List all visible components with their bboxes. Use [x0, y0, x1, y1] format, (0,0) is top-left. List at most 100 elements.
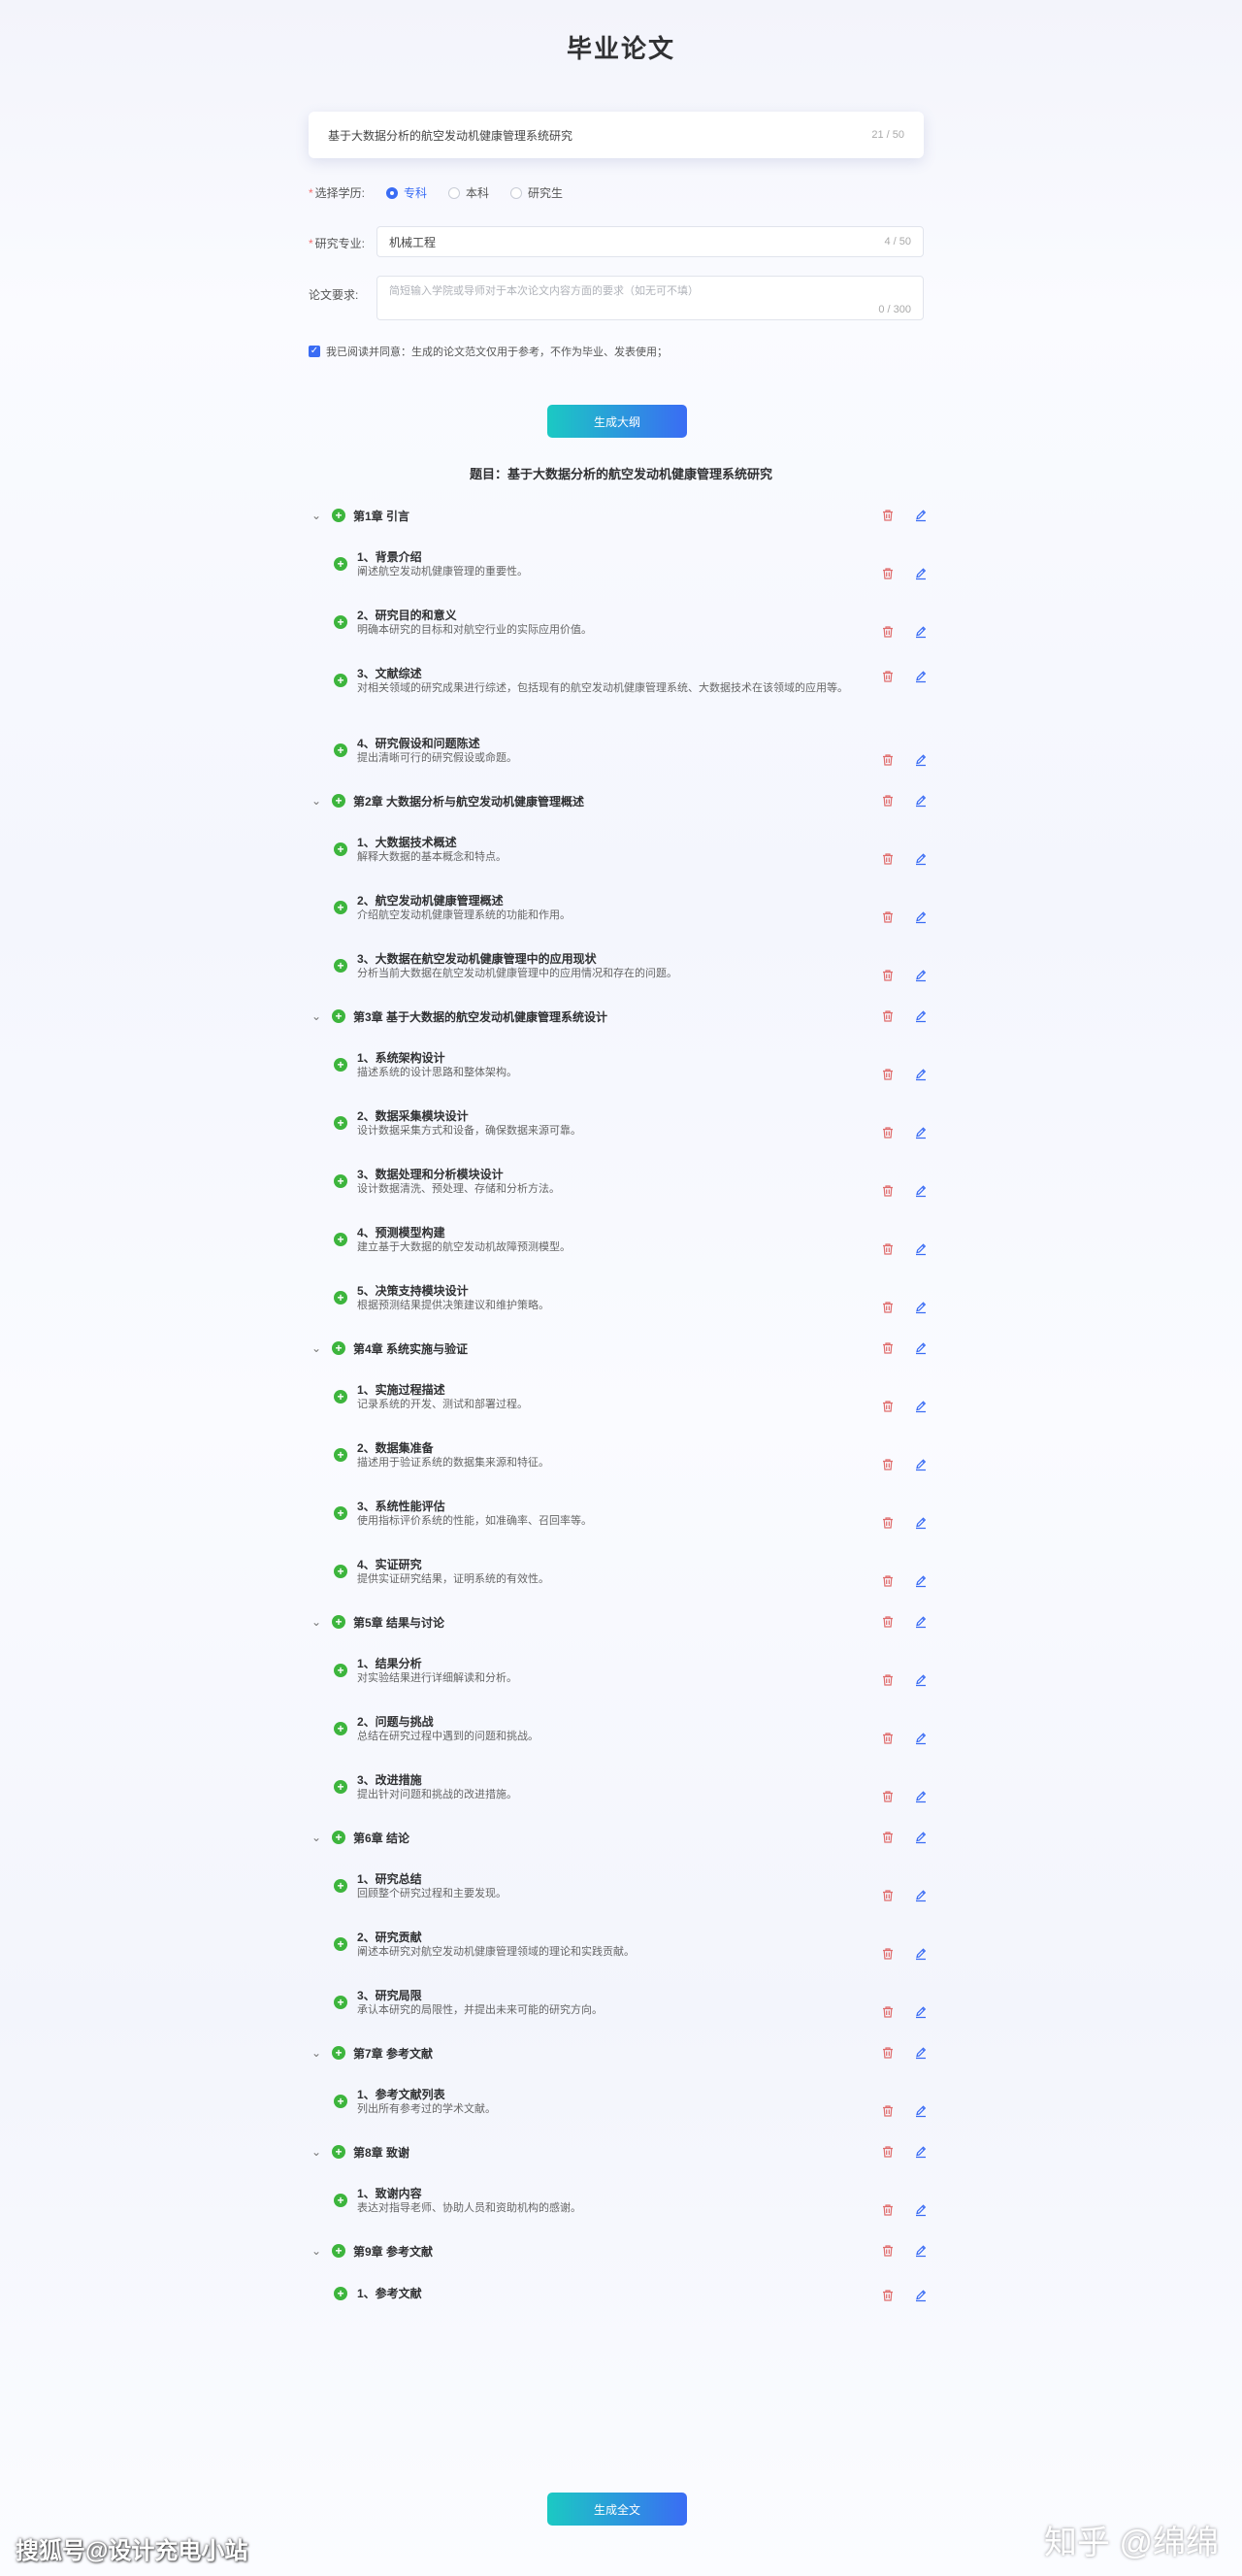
trash-icon[interactable]	[879, 2242, 897, 2260]
trash-icon[interactable]	[879, 1066, 897, 1083]
requirement-textarea[interactable]: 简短输入学院或导师对于本次论文内容方面的要求（如无可不填） 0 / 300	[376, 276, 924, 320]
edit-icon[interactable]	[912, 623, 930, 641]
edit-icon[interactable]	[912, 1671, 930, 1689]
chevron-down-icon[interactable]: ⌄	[309, 1341, 324, 1355]
agree-row[interactable]: ✓ 我已阅读并同意：生成的论文范文仅用于参考，不作为毕业、发表使用；	[309, 344, 668, 359]
edit-icon[interactable]	[912, 850, 930, 868]
edit-icon[interactable]	[912, 1007, 930, 1025]
trash-icon[interactable]	[879, 792, 897, 809]
plus-icon[interactable]: +	[334, 1664, 347, 1677]
plus-icon[interactable]: +	[332, 1341, 345, 1355]
edit-icon[interactable]	[912, 507, 930, 524]
trash-icon[interactable]	[879, 565, 897, 582]
plus-icon[interactable]: +	[334, 1937, 347, 1951]
edit-icon[interactable]	[912, 668, 930, 685]
plus-icon[interactable]: +	[332, 509, 345, 522]
trash-icon[interactable]	[879, 2287, 897, 2304]
plus-icon[interactable]: +	[332, 2145, 345, 2159]
major-input[interactable]: 机械工程 4 / 50	[376, 226, 924, 257]
edit-icon[interactable]	[912, 2287, 930, 2304]
trash-icon[interactable]	[879, 1007, 897, 1025]
trash-icon[interactable]	[879, 1339, 897, 1357]
trash-icon[interactable]	[879, 1299, 897, 1316]
plus-icon[interactable]: +	[334, 1565, 347, 1578]
trash-icon[interactable]	[879, 1124, 897, 1141]
degree-option-zhuanke[interactable]: 专科	[386, 184, 427, 201]
edit-icon[interactable]	[912, 1240, 930, 1258]
trash-icon[interactable]	[879, 2143, 897, 2161]
plus-icon[interactable]: +	[334, 615, 347, 629]
generate-outline-button[interactable]: 生成大纲	[547, 405, 687, 438]
degree-option-benke[interactable]: 本科	[448, 184, 489, 201]
plus-icon[interactable]: +	[332, 1615, 345, 1629]
edit-icon[interactable]	[912, 1124, 930, 1141]
trash-icon[interactable]	[879, 1613, 897, 1631]
trash-icon[interactable]	[879, 1887, 897, 1904]
plus-icon[interactable]: +	[334, 1390, 347, 1404]
edit-icon[interactable]	[912, 1887, 930, 1904]
chevron-down-icon[interactable]: ⌄	[309, 2145, 324, 2159]
trash-icon[interactable]	[879, 2201, 897, 2219]
plus-icon[interactable]: +	[334, 959, 347, 973]
trash-icon[interactable]	[879, 668, 897, 685]
edit-icon[interactable]	[912, 1456, 930, 1473]
plus-icon[interactable]: +	[334, 743, 347, 757]
plus-icon[interactable]: +	[332, 794, 345, 808]
chevron-down-icon[interactable]: ⌄	[309, 794, 324, 808]
plus-icon[interactable]: +	[334, 1996, 347, 2009]
plus-icon[interactable]: +	[334, 901, 347, 914]
edit-icon[interactable]	[912, 1613, 930, 1631]
plus-icon[interactable]: +	[334, 1174, 347, 1188]
plus-icon[interactable]: +	[334, 1506, 347, 1520]
plus-icon[interactable]: +	[334, 842, 347, 856]
edit-icon[interactable]	[912, 1572, 930, 1590]
chevron-down-icon[interactable]: ⌄	[309, 1831, 324, 1844]
edit-icon[interactable]	[912, 1182, 930, 1200]
plus-icon[interactable]: +	[334, 1233, 347, 1246]
trash-icon[interactable]	[879, 1788, 897, 1805]
edit-icon[interactable]	[912, 967, 930, 984]
chevron-down-icon[interactable]: ⌄	[309, 2046, 324, 2060]
plus-icon[interactable]: +	[334, 2287, 347, 2300]
chevron-down-icon[interactable]: ⌄	[309, 509, 324, 522]
plus-icon[interactable]: +	[334, 1722, 347, 1735]
trash-icon[interactable]	[879, 1240, 897, 1258]
trash-icon[interactable]	[879, 507, 897, 524]
trash-icon[interactable]	[879, 2044, 897, 2062]
trash-icon[interactable]	[879, 751, 897, 769]
degree-option-yanjiusheng[interactable]: 研究生	[510, 184, 563, 201]
edit-icon[interactable]	[912, 1945, 930, 1963]
trash-icon[interactable]	[879, 967, 897, 984]
plus-icon[interactable]: +	[332, 1009, 345, 1023]
trash-icon[interactable]	[879, 1945, 897, 1963]
trash-icon[interactable]	[879, 850, 897, 868]
edit-icon[interactable]	[912, 1730, 930, 1747]
chevron-down-icon[interactable]: ⌄	[309, 1009, 324, 1023]
trash-icon[interactable]	[879, 1572, 897, 1590]
trash-icon[interactable]	[879, 1730, 897, 1747]
trash-icon[interactable]	[879, 908, 897, 926]
edit-icon[interactable]	[912, 751, 930, 769]
plus-icon[interactable]: +	[334, 2194, 347, 2207]
edit-icon[interactable]	[912, 2143, 930, 2161]
edit-icon[interactable]	[912, 1829, 930, 1846]
trash-icon[interactable]	[879, 1398, 897, 1415]
edit-icon[interactable]	[912, 1398, 930, 1415]
edit-icon[interactable]	[912, 2201, 930, 2219]
plus-icon[interactable]: +	[334, 1116, 347, 1130]
edit-icon[interactable]	[912, 2044, 930, 2062]
topic-input[interactable]: 基于大数据分析的航空发动机健康管理系统研究 21 / 50	[309, 112, 924, 158]
edit-icon[interactable]	[912, 792, 930, 809]
chevron-down-icon[interactable]: ⌄	[309, 1615, 324, 1629]
plus-icon[interactable]: +	[332, 2244, 345, 2258]
plus-icon[interactable]: +	[334, 674, 347, 687]
edit-icon[interactable]	[912, 2242, 930, 2260]
edit-icon[interactable]	[912, 1299, 930, 1316]
trash-icon[interactable]	[879, 1829, 897, 1846]
trash-icon[interactable]	[879, 1456, 897, 1473]
plus-icon[interactable]: +	[334, 1448, 347, 1462]
trash-icon[interactable]	[879, 2003, 897, 2021]
trash-icon[interactable]	[879, 1182, 897, 1200]
plus-icon[interactable]: +	[334, 1879, 347, 1893]
plus-icon[interactable]: +	[334, 1780, 347, 1794]
